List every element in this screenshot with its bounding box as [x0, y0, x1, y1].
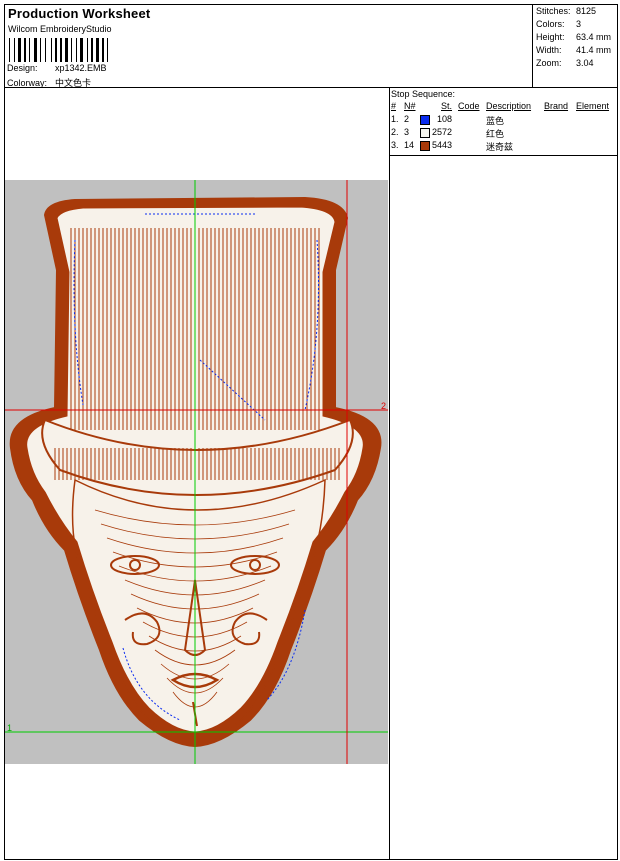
col-description: Description [486, 101, 532, 111]
barcode-icon [9, 38, 108, 62]
design-value: xp1342.EMB [55, 63, 107, 73]
stop-sequence-panel: Stop Sequence: # N# St. Code Description… [389, 87, 618, 860]
col-num: # [391, 101, 397, 111]
color-swatch [420, 128, 430, 138]
design-field: Design: xp1342.EMB [7, 63, 107, 73]
guide-label-2: 2 [381, 401, 386, 411]
design-preview-panel: 2 1 [4, 87, 390, 860]
col-element: Element [576, 101, 610, 111]
col-code: Code [458, 101, 480, 111]
color-swatch [420, 115, 430, 125]
col-needle: N# [404, 101, 416, 111]
col-brand: Brand [544, 101, 569, 111]
embroidery-design: 2 1 [5, 180, 388, 764]
page-title: Production Worksheet [8, 6, 151, 21]
company-name: Wilcom EmbroideryStudio [8, 24, 112, 34]
stat-colors: Colors: 3 [536, 19, 582, 29]
worksheet-header: Production Worksheet Wilcom EmbroiderySt… [4, 4, 533, 88]
design-label: Design: [7, 63, 38, 73]
design-canvas: 2 1 [5, 180, 388, 764]
stop-sequence-divider [390, 155, 617, 156]
color-swatch [420, 141, 430, 151]
stat-height: Height: 63.4 mm [536, 32, 612, 42]
col-stitch: St. [441, 101, 453, 111]
stat-zoom: Zoom: 3.04 [536, 58, 594, 68]
stat-width: Width: 41.4 mm [536, 45, 612, 55]
stat-stitches: Stitches: 8125 [536, 6, 597, 16]
guide-label-1: 1 [7, 723, 12, 733]
design-stats: Stitches: 8125 Colors: 3 Height: 63.4 mm Wi… [532, 4, 618, 88]
stop-sequence-title: Stop Sequence: [391, 89, 456, 99]
